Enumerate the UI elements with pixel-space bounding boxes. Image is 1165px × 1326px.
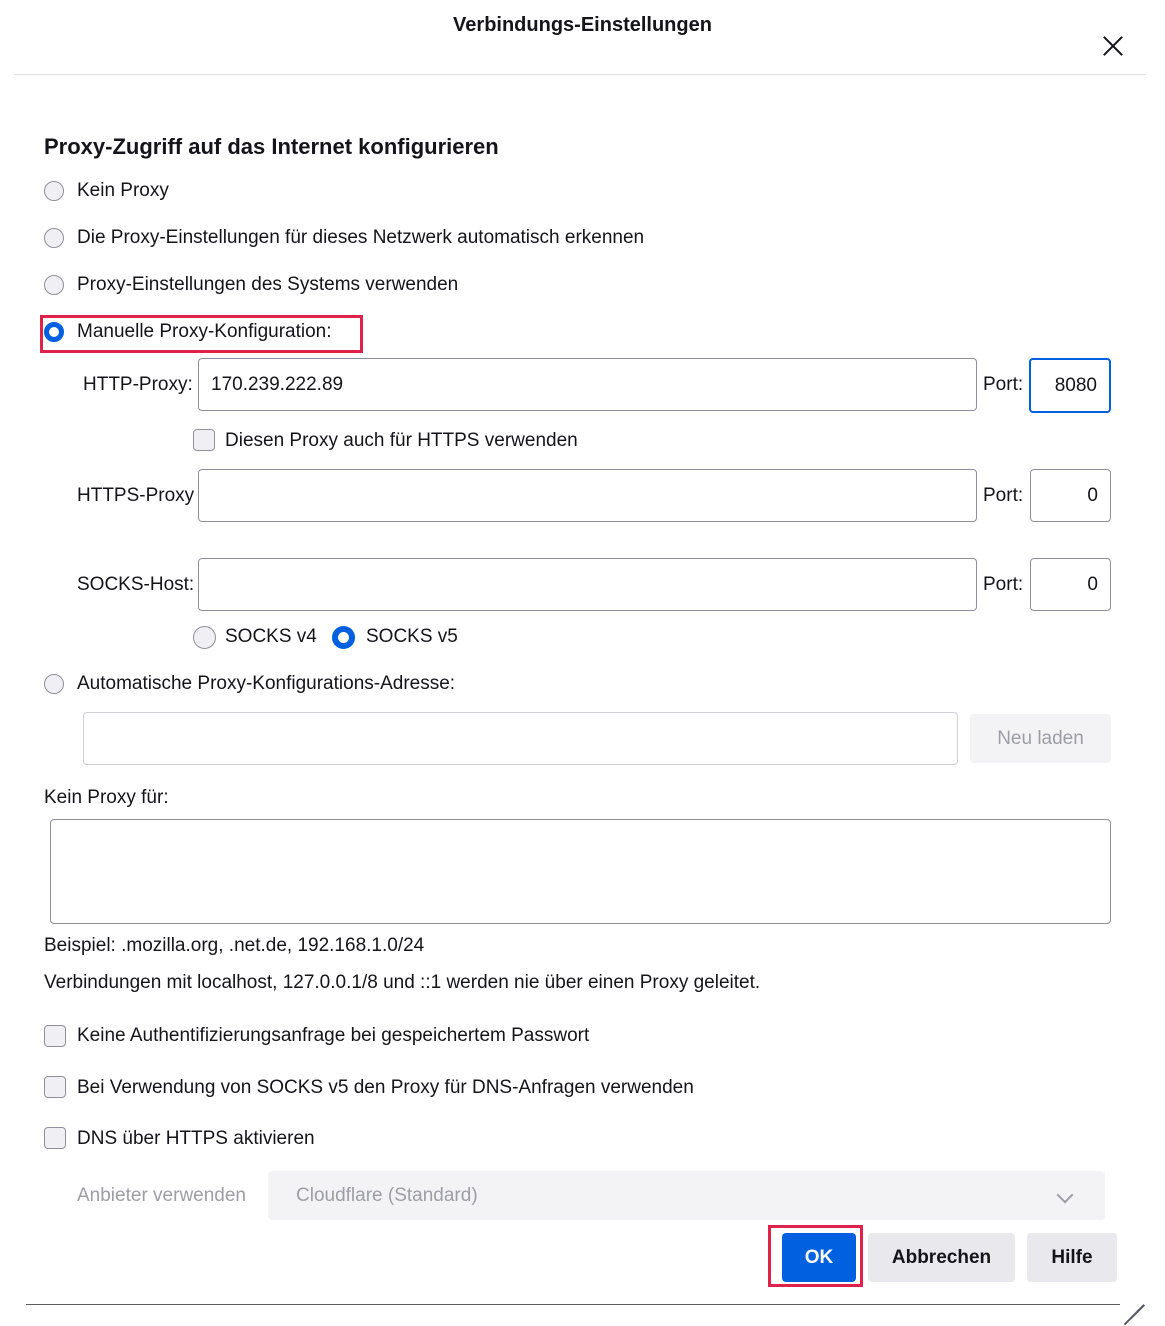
provider-label: Anbieter verwenden	[77, 1185, 246, 1206]
titlebar-divider	[14, 74, 1146, 75]
no-auth-prompt-checkbox[interactable]	[44, 1025, 66, 1047]
no-proxy-example: Beispiel: .mozilla.org, .net.de, 192.168…	[44, 935, 425, 956]
https-proxy-label: HTTPS-Proxy	[77, 485, 195, 506]
also-https-checkbox[interactable]	[193, 429, 215, 451]
section-heading: Proxy-Zugriff auf das Internet konfiguri…	[44, 134, 499, 159]
pac-url-input[interactable]	[83, 712, 958, 765]
close-icon[interactable]	[1100, 33, 1126, 59]
dialog-bottom-border	[26, 1304, 1120, 1305]
http-port-input[interactable]	[1029, 358, 1111, 413]
radio-no-proxy-label[interactable]: Kein Proxy	[77, 180, 169, 202]
ok-button[interactable]: OK	[782, 1233, 856, 1282]
no-auth-prompt-label[interactable]: Keine Authentifizierungsanfrage bei gesp…	[77, 1025, 589, 1047]
provider-select-value: Cloudflare (Standard)	[296, 1184, 478, 1206]
provider-select[interactable]: Cloudflare (Standard)	[268, 1171, 1105, 1220]
radio-manual-proxy[interactable]	[44, 322, 64, 342]
http-port-label: Port:	[983, 374, 1024, 395]
socks-host-label: SOCKS-Host:	[77, 574, 195, 595]
socks-port-label: Port:	[983, 574, 1024, 595]
http-proxy-label: HTTP-Proxy:	[83, 374, 193, 395]
socks-dns-label[interactable]: Bei Verwendung von SOCKS v5 den Proxy fü…	[77, 1077, 694, 1099]
radio-pac[interactable]	[44, 674, 64, 694]
https-port-input[interactable]	[1030, 469, 1111, 522]
resize-grip-icon[interactable]	[1122, 1284, 1145, 1326]
socks-v5-label[interactable]: SOCKS v5	[366, 626, 458, 648]
socks-dns-checkbox[interactable]	[44, 1076, 66, 1098]
dialog-title: Verbindungs-Einstellungen	[453, 14, 712, 36]
socks-port-input[interactable]	[1030, 558, 1111, 611]
radio-system-proxy-label[interactable]: Proxy-Einstellungen des Systems verwende…	[77, 274, 458, 296]
radio-socks-v5[interactable]	[332, 626, 355, 649]
radio-pac-label[interactable]: Automatische Proxy-Konfigurations-Adress…	[77, 673, 455, 695]
cancel-button[interactable]: Abbrechen	[868, 1233, 1015, 1282]
help-button[interactable]: Hilfe	[1027, 1233, 1117, 1282]
socks-v4-label[interactable]: SOCKS v4	[225, 626, 317, 648]
doh-checkbox[interactable]	[44, 1127, 66, 1149]
no-proxy-for-label: Kein Proxy für:	[44, 787, 169, 808]
https-proxy-input[interactable]	[198, 469, 977, 522]
connection-settings-dialog	[14, 14, 1146, 1306]
reload-button[interactable]: Neu laden	[970, 714, 1111, 763]
radio-system-proxy[interactable]	[44, 275, 64, 295]
https-port-label: Port:	[983, 485, 1024, 506]
radio-socks-v4[interactable]	[193, 626, 216, 649]
no-proxy-for-textarea[interactable]	[50, 819, 1111, 924]
radio-manual-proxy-label[interactable]: Manuelle Proxy-Konfiguration:	[77, 321, 332, 343]
localhost-note: Verbindungen mit localhost, 127.0.0.1/8 …	[44, 972, 761, 993]
http-proxy-input[interactable]	[198, 358, 977, 411]
radio-auto-detect[interactable]	[44, 228, 64, 248]
also-https-label[interactable]: Diesen Proxy auch für HTTPS verwenden	[225, 430, 578, 452]
socks-host-input[interactable]	[198, 558, 977, 611]
radio-no-proxy[interactable]	[44, 181, 64, 201]
chevron-down-icon	[1056, 1186, 1074, 1204]
radio-auto-detect-label[interactable]: Die Proxy-Einstellungen für dieses Netzw…	[77, 227, 644, 249]
doh-label[interactable]: DNS über HTTPS aktivieren	[77, 1128, 315, 1150]
